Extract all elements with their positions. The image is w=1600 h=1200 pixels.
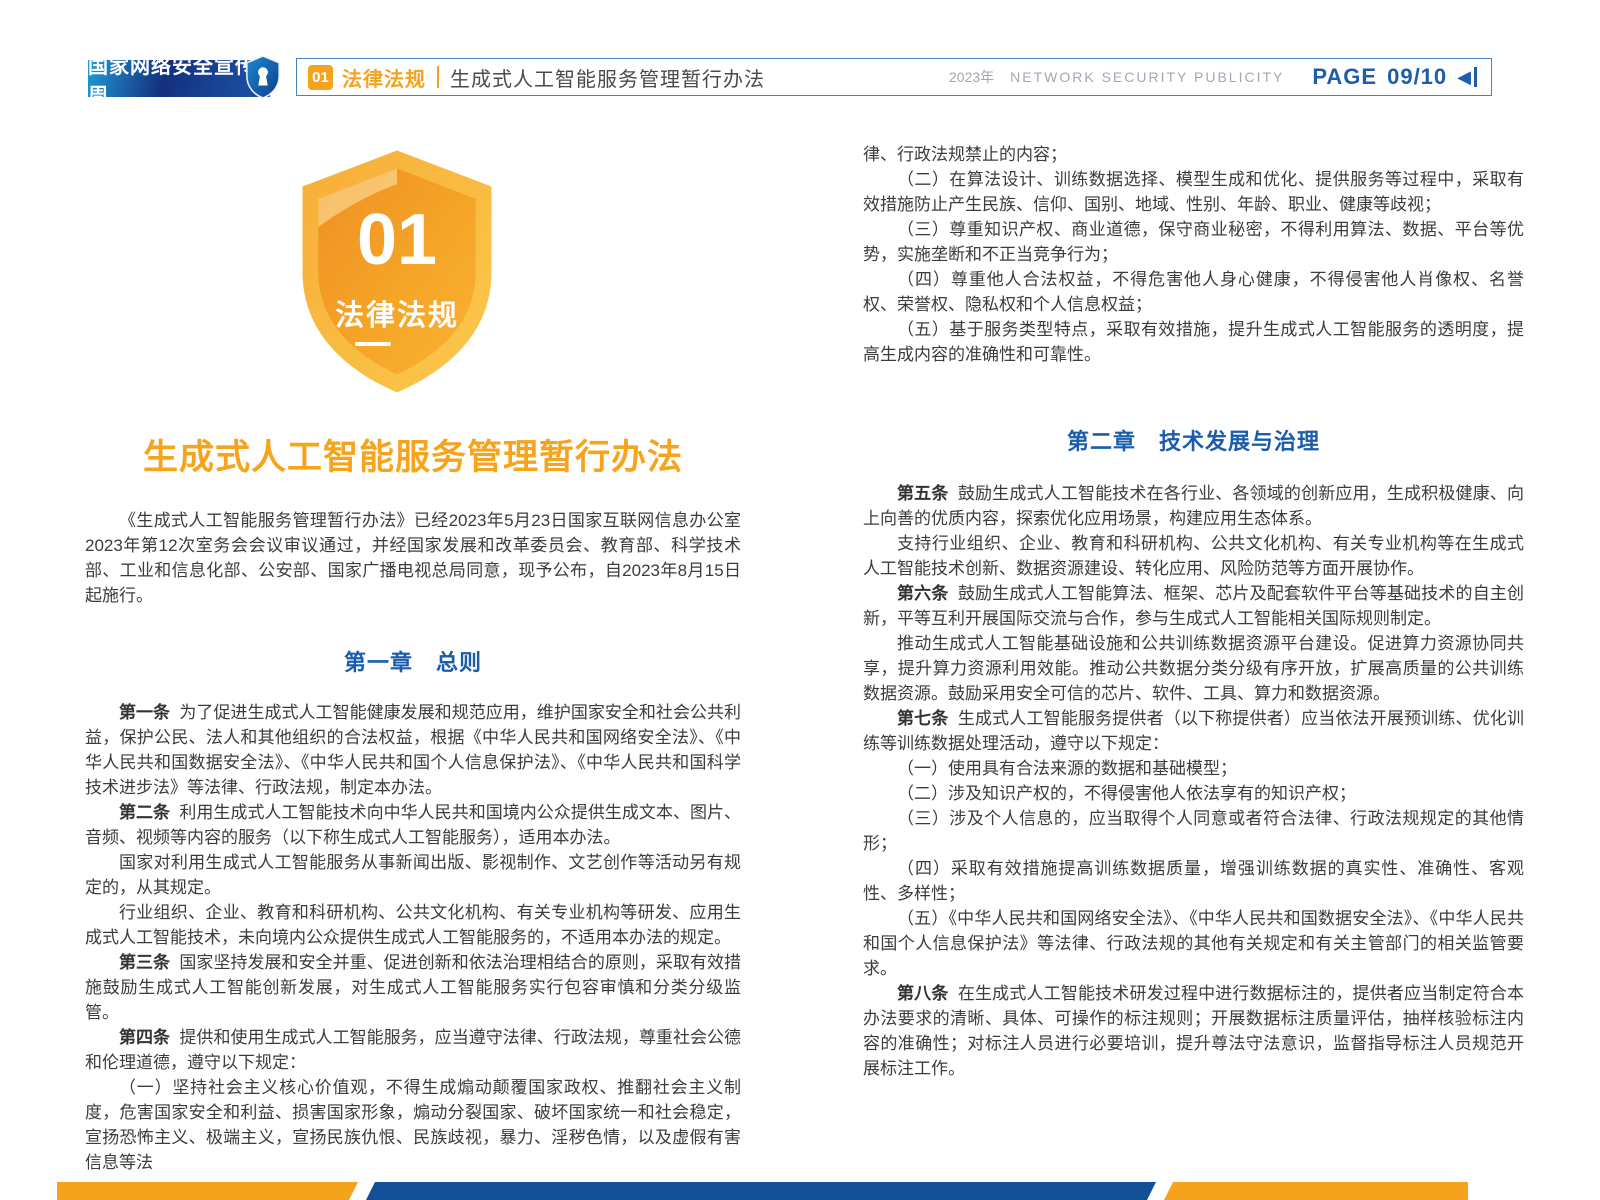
chapter-2-body: 第五条鼓励生成式人工智能技术在各行业、各领域的创新应用，生成积极健康、向上向善的…	[863, 481, 1524, 1081]
article-number: 第五条	[897, 484, 949, 503]
article-number: 第六条	[897, 584, 949, 603]
chapter-1-continuation: 律、行政法规禁止的内容；（二）在算法设计、训练数据选择、模型生成和优化、提供服务…	[863, 142, 1524, 367]
body-paragraph: （三）尊重知识产权、商业道德，保守商业秘密，不得利用算法、数据、平台等优势，实施…	[863, 217, 1524, 267]
header-strip: 01 法律法规 生成式人工智能服务管理暂行办法 2023年 NETWORK SE…	[296, 58, 1492, 96]
badge-label: 法律法规	[283, 292, 511, 334]
body-paragraph: 第六条鼓励生成式人工智能算法、框架、芯片及配套软件平台等基础技术的自主创新，平等…	[863, 581, 1524, 631]
section-number-badge: 01	[308, 65, 333, 90]
body-paragraph: （四）采取有效措施提高训练数据质量，增强训练数据的真实性、准确性、客观性、多样性…	[863, 856, 1524, 906]
body-paragraph: 第四条提供和使用生成式人工智能服务，应当遵守法律、行政法规，尊重社会公德和伦理道…	[85, 1025, 741, 1075]
chapter-1-body: 第一条为了促进生成式人工智能健康发展和规范应用，维护国家安全和社会公共利益，保护…	[85, 700, 741, 1175]
footer-bar-orange-left	[57, 1182, 358, 1200]
chapter-1-heading: 第一章 总则	[85, 648, 741, 678]
body-paragraph: 支持行业组织、企业、教育和科研机构、公共文化机构、有关专业机构等在生成式人工智能…	[863, 531, 1524, 581]
header-doc-title: 生成式人工智能服务管理暂行办法	[450, 63, 765, 92]
article-number: 第一条	[119, 703, 170, 722]
event-name-badge: 国家网络安全宣传周	[88, 60, 270, 97]
chapter-shield-badge: 01 法律法规	[283, 146, 511, 398]
body-paragraph: （一）坚持社会主义核心价值观，不得生成煽动颠覆国家政权、推翻社会主义制度，危害国…	[85, 1075, 741, 1175]
article-number: 第七条	[897, 709, 949, 728]
body-paragraph: 行业组织、企业、教育和科研机构、公共文化机构、有关专业机构等研发、应用生成式人工…	[85, 900, 741, 950]
footer-bar-blue	[366, 1182, 1156, 1200]
page-number: 09/10	[1387, 64, 1447, 90]
security-shield-icon	[244, 54, 282, 100]
body-paragraph: （四）尊重他人合法权益，不得危害他人身心健康，不得侵害他人肖像权、名誉权、荣誉权…	[863, 267, 1524, 317]
body-paragraph: （五）基于服务类型特点，采取有效措施，提升生成式人工智能服务的透明度，提高生成内…	[863, 317, 1524, 367]
page-label: PAGE	[1312, 64, 1377, 90]
body-paragraph: 第二条利用生成式人工智能技术向中华人民共和国境内公众提供生成文本、图片、音频、视…	[85, 800, 741, 850]
body-paragraph: （二）涉及知识产权的，不得侵害他人依法享有的知识产权；	[863, 781, 1524, 806]
body-paragraph: 第三条国家坚持发展和安全并重、促进创新和依法治理相结合的原则，采取有效措施鼓励生…	[85, 950, 741, 1025]
document-page: 国家网络安全宣传周 01 法律法规 生成式人工智能服务管理暂行办法 2023年 …	[0, 0, 1600, 1200]
article-number: 第八条	[897, 984, 949, 1003]
section-label: 法律法规	[342, 63, 426, 92]
header-year: 2023年	[949, 67, 994, 87]
right-column: 律、行政法规禁止的内容；（二）在算法设计、训练数据选择、模型生成和优化、提供服务…	[863, 142, 1524, 1081]
document-title: 生成式人工智能服务管理暂行办法	[85, 438, 741, 478]
badge-underline	[355, 342, 391, 346]
chapter-2-heading: 第二章 技术发展与治理	[863, 427, 1524, 457]
body-paragraph: （三）涉及个人信息的，应当取得个人同意或者符合法律、行政法规规定的其他情形；	[863, 806, 1524, 856]
intro-paragraph: 《生成式人工智能服务管理暂行办法》已经2023年5月23日国家互联网信息办公室2…	[85, 508, 741, 608]
body-paragraph: （一）使用具有合法来源的数据和基础模型；	[863, 756, 1524, 781]
header-publicity-text: NETWORK SECURITY PUBLICITY	[1010, 69, 1284, 85]
article-number: 第二条	[119, 803, 170, 822]
body-paragraph: （二）在算法设计、训练数据选择、模型生成和优化、提供服务等过程中，采取有效措施防…	[863, 167, 1524, 217]
badge-number: 01	[283, 204, 511, 276]
article-number: 第三条	[119, 953, 170, 972]
footer-bar-orange-right	[1164, 1182, 1468, 1200]
body-paragraph: （五）《中华人民共和国网络安全法》、《中华人民共和国数据安全法》、《中华人民共和…	[863, 906, 1524, 981]
body-paragraph: 国家对利用生成式人工智能服务从事新闻出版、影视制作、文艺创作等活动另有规定的，从…	[85, 850, 741, 900]
body-paragraph: 第一条为了促进生成式人工智能健康发展和规范应用，维护国家安全和社会公共利益，保护…	[85, 700, 741, 800]
body-paragraph: 第八条在生成式人工智能技术研发过程中进行数据标注的，提供者应当制定符合本办法要求…	[863, 981, 1524, 1081]
body-paragraph: 第七条生成式人工智能服务提供者（以下称提供者）应当依法开展预训练、优化训练等训练…	[863, 706, 1524, 756]
header-divider	[437, 66, 439, 88]
left-column: 生成式人工智能服务管理暂行办法 《生成式人工智能服务管理暂行办法》已经2023年…	[85, 438, 741, 1175]
page-arrow-icon: ◀	[1457, 67, 1477, 87]
page-indicator: PAGE 09/10	[1312, 64, 1447, 90]
body-paragraph: 律、行政法规禁止的内容；	[863, 142, 1524, 167]
body-paragraph: 推动生成式人工智能基础设施和公共训练数据资源平台建设。促进算力资源协同共享，提升…	[863, 631, 1524, 706]
body-paragraph: 第五条鼓励生成式人工智能技术在各行业、各领域的创新应用，生成积极健康、向上向善的…	[863, 481, 1524, 531]
article-number: 第四条	[119, 1028, 170, 1047]
